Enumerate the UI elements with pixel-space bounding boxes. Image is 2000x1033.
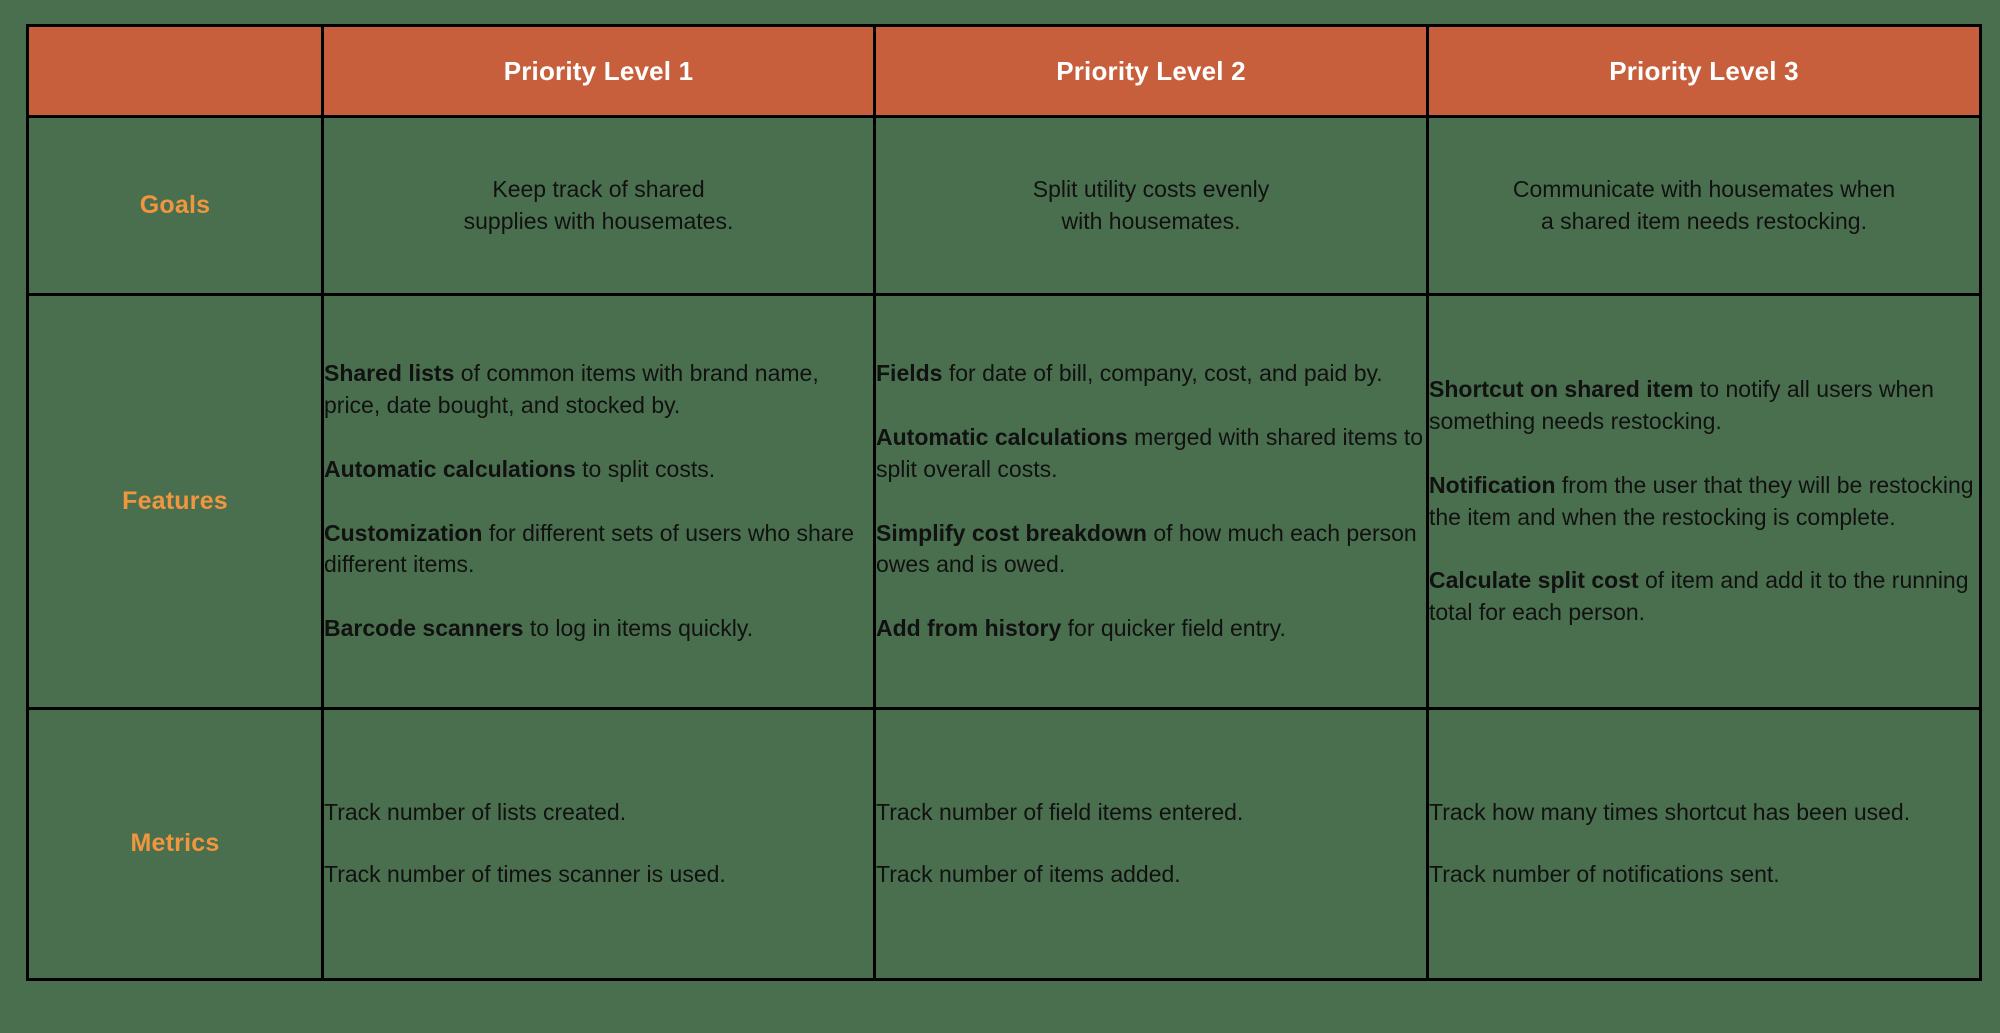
cell-paragraph-lead: Customization (324, 519, 483, 546)
cell-paragraph-lead: Fields (876, 360, 943, 387)
cell-features-p1: Shared lists of common items with brand … (321, 293, 876, 710)
cell-goals-p1: Keep track of shared supplies with house… (321, 114, 876, 297)
table-row-goals: Goals Keep track of shared supplies with… (26, 114, 1982, 297)
cell-paragraph: Barcode scanners to log in items quickly… (324, 615, 754, 642)
cell-metrics-p1: Track number of lists created. Track numb… (321, 706, 876, 982)
cell-paragraph: Track how many times shortcut has been u… (1429, 799, 1911, 826)
cell-paragraph: Track number of field items entered. (876, 799, 1244, 826)
table-row-metrics: Metrics Track number of lists created. Tr… (26, 706, 1982, 982)
column-header-priority-level-1: Priority Level 1 (321, 24, 876, 118)
cell-paragraph-lead: Calculate split cost (1429, 567, 1639, 594)
row-label-goals: Goals (139, 191, 211, 220)
cell-paragraph-lead: Automatic calculations (324, 455, 576, 482)
table-row-features: Features Shared lists of common items wi… (26, 293, 1982, 710)
table-header-row: Priority Level 1 Priority Level 2 Priori… (26, 24, 1982, 118)
cell-metrics-p2: Track number of field items entered. Trac… (873, 706, 1429, 982)
column-header-label: Priority Level 1 (503, 55, 694, 86)
page-canvas: Priority Level 1 Priority Level 2 Priori… (0, 0, 2000, 1033)
cell-paragraph: Fields for date of bill, company, cost, … (876, 360, 1383, 387)
cell-paragraph-lead: Add from history (876, 615, 1062, 642)
cell-paragraph-lead: Simplify cost breakdown (876, 519, 1147, 546)
cell-paragraph: Track number of notifications sent. (1429, 860, 1780, 887)
cell-paragraph-lead: Shortcut on shared item (1429, 376, 1694, 403)
cell-paragraph: Customization for different sets of user… (324, 519, 855, 578)
cell-goals-p3: Communicate with housemates when a share… (1426, 114, 1982, 297)
cell-paragraph: Split utility costs evenly with housemat… (1032, 175, 1270, 234)
cell-paragraph: Notification from the user that they wil… (1429, 471, 1974, 530)
cell-paragraph: Communicate with housemates when a share… (1512, 175, 1896, 234)
cell-paragraph-lead: Automatic calculations (876, 424, 1128, 451)
column-header-label: Priority Level 3 (1609, 55, 1799, 86)
column-header-priority-level-2: Priority Level 2 (873, 24, 1429, 118)
cell-paragraph: Track number of lists created. (324, 799, 627, 826)
cell-paragraph: Simplify cost breakdown of how much each… (876, 519, 1417, 578)
row-label-features: Features (122, 487, 228, 516)
row-label-features-cell: Features (26, 293, 324, 710)
cell-paragraph: Shared lists of common items with brand … (324, 360, 819, 419)
cell-paragraph-lead: Barcode scanners (324, 615, 524, 642)
cell-paragraph: Track number of times scanner is used. (324, 860, 726, 887)
cell-paragraph: Keep track of shared supplies with house… (463, 175, 734, 234)
cell-paragraph: Track number of items added. (876, 860, 1181, 887)
cell-features-p2: Fields for date of bill, company, cost, … (873, 293, 1429, 710)
row-label-metrics-cell: Metrics (26, 706, 324, 982)
column-header-priority-level-3: Priority Level 3 (1426, 24, 1982, 118)
priority-matrix-table: Priority Level 1 Priority Level 2 Priori… (26, 24, 1982, 982)
cell-paragraph: Add from history for quicker field entry… (876, 615, 1286, 642)
cell-paragraph: Automatic calculations to split costs. (324, 455, 716, 482)
cell-features-p3: Shortcut on shared item to notify all us… (1426, 293, 1982, 710)
cell-goals-p2: Split utility costs evenly with housemat… (873, 114, 1429, 297)
row-label-goals-cell: Goals (26, 114, 324, 297)
cell-paragraph-lead: Notification (1429, 471, 1556, 498)
table-corner-cell (26, 24, 324, 118)
cell-metrics-p3: Track how many times shortcut has been u… (1426, 706, 1982, 982)
cell-paragraph: Calculate split cost of item and add it … (1429, 567, 1969, 626)
cell-paragraph: Shortcut on shared item to notify all us… (1429, 376, 1934, 435)
cell-paragraph-lead: Shared lists (324, 360, 455, 387)
cell-paragraph: Automatic calculations merged with share… (876, 424, 1424, 482)
column-header-label: Priority Level 2 (1056, 55, 1246, 86)
row-label-metrics: Metrics (130, 829, 220, 858)
